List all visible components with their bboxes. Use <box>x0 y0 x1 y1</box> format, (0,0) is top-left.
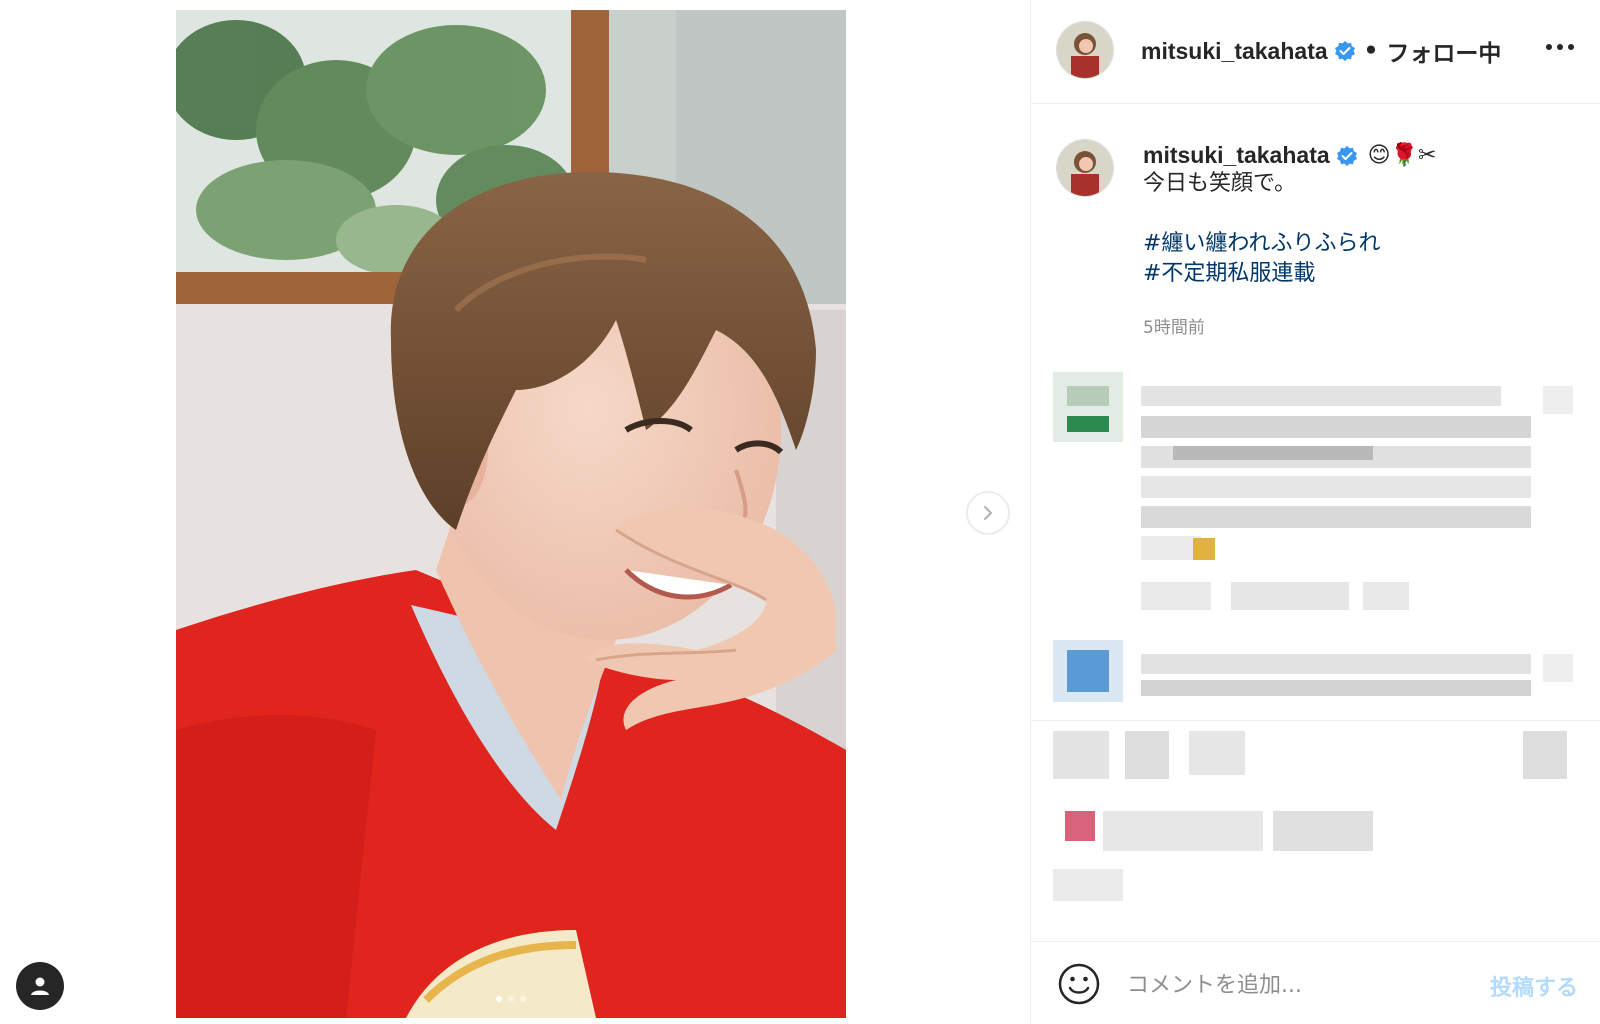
user-tag-icon <box>31 977 49 995</box>
follow-status-button[interactable]: フォロー中 <box>1386 34 1501 68</box>
post-header: mitsuki_takahata • フォロー中 <box>1031 0 1600 104</box>
post-photo[interactable] <box>176 10 846 1018</box>
post-actions <box>1031 720 1600 941</box>
caption-text: 今日も笑顔で。 <box>1143 171 1297 196</box>
user-tag-button[interactable] <box>16 962 64 1010</box>
share-icon[interactable] <box>1189 731 1245 775</box>
caption-emoji: 😊🌹✂ <box>1367 143 1437 168</box>
hashtag-link[interactable]: #纏い纏われふりふられ <box>1143 229 1573 259</box>
carousel-dot-active <box>496 996 502 1002</box>
author-avatar[interactable] <box>1057 22 1113 78</box>
post-timestamp: 5時間前 <box>1143 318 1205 338</box>
more-options-icon[interactable] <box>1546 44 1574 50</box>
caption-username[interactable]: mitsuki_takahata <box>1143 142 1330 169</box>
caption-body: mitsuki_takahata 😊🌹✂ 今日も笑顔で。 #纏い纏われふりふられ… <box>1143 142 1573 338</box>
author-username[interactable]: mitsuki_takahata <box>1141 38 1328 65</box>
verified-badge-icon <box>1334 41 1355 61</box>
hashtag-link[interactable]: #不定期私服連載 <box>1143 259 1573 289</box>
chevron-right-icon <box>983 505 993 521</box>
avatar-image <box>1057 22 1113 78</box>
next-slide-button[interactable] <box>966 491 1010 535</box>
post-side-panel: mitsuki_takahata • フォロー中 mitsuki_takahat… <box>1030 0 1600 1024</box>
censored-actions <box>1053 731 1583 911</box>
verified-badge-icon <box>1336 145 1357 166</box>
post-photo-illustration <box>176 10 846 1018</box>
censored-comment <box>1053 640 1583 710</box>
like-icon[interactable] <box>1053 731 1109 779</box>
emoji-smile-icon[interactable] <box>1057 962 1101 1006</box>
censored-comment <box>1053 372 1583 622</box>
post-comment-button[interactable]: 投稿する <box>1490 970 1578 1002</box>
comment-composer: 投稿する <box>1031 941 1600 1024</box>
comment-input[interactable] <box>1125 964 1459 1006</box>
media-area <box>0 0 1030 1024</box>
header-user-row: mitsuki_takahata • フォロー中 <box>1141 34 1501 68</box>
carousel-indicator <box>176 996 846 1002</box>
carousel-dot <box>520 996 526 1002</box>
header-separator: • <box>1363 38 1379 64</box>
comment-icon[interactable] <box>1125 731 1169 779</box>
carousel-dot <box>508 996 514 1002</box>
caption-avatar[interactable] <box>1057 140 1113 196</box>
avatar-image <box>1057 140 1113 196</box>
save-icon[interactable] <box>1523 731 1567 779</box>
